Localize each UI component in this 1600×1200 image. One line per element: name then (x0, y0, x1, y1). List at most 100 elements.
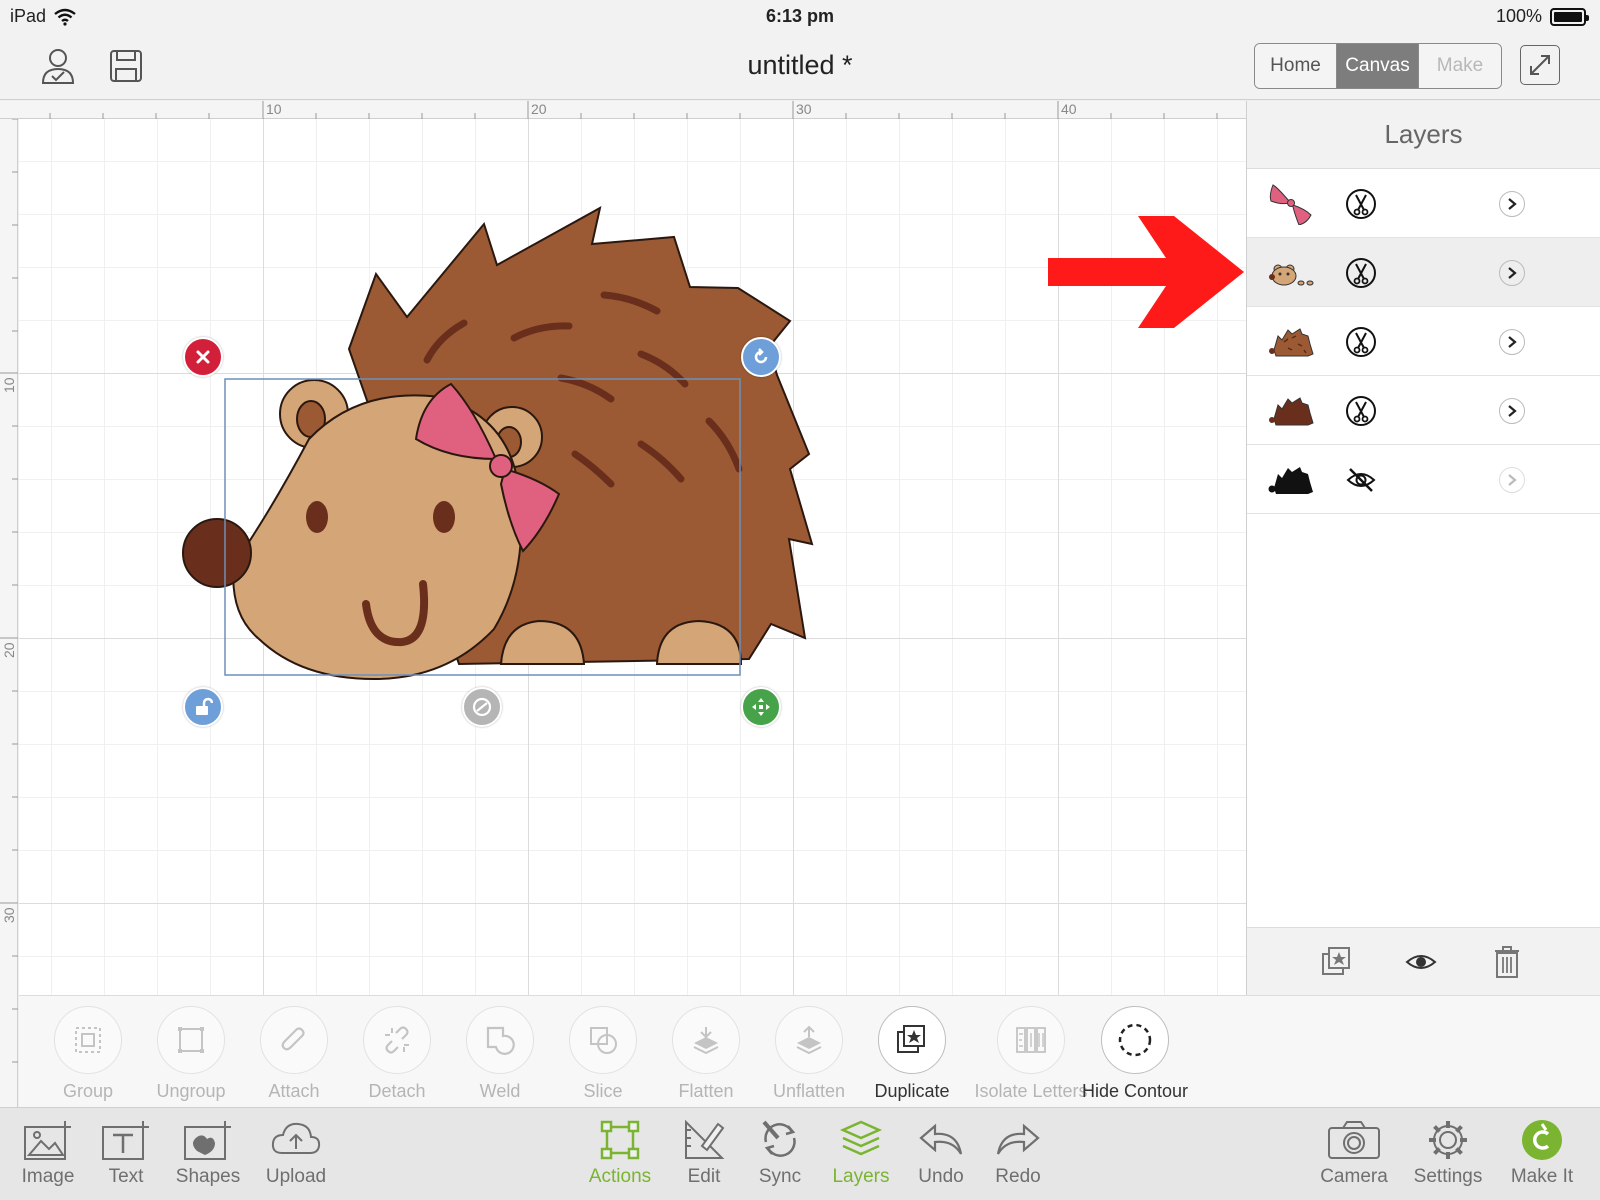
flip-handle[interactable] (462, 687, 502, 727)
layer-row-face-details[interactable] (1247, 238, 1600, 307)
duplicate-button[interactable]: Duplicate (857, 1006, 967, 1102)
cut-icon[interactable] (1345, 257, 1377, 289)
account-icon[interactable] (36, 44, 80, 88)
chevron-right-icon (1508, 267, 1517, 279)
undo-icon (919, 1123, 963, 1155)
move-handle[interactable] (741, 687, 781, 727)
actions-tool[interactable]: Actions (576, 1116, 664, 1188)
settings-tool[interactable]: Settings (1404, 1116, 1492, 1188)
face-details-thumbnail (1267, 248, 1315, 296)
gear-icon (1429, 1121, 1467, 1159)
hedgehog-contour-thumbnail (1267, 455, 1315, 503)
weld-button[interactable]: Weld (445, 1006, 555, 1102)
ruler-pencil-icon (685, 1119, 725, 1159)
upload-tool[interactable]: Upload (252, 1116, 340, 1188)
layers-panel-title: Layers (1247, 101, 1600, 169)
tab-make[interactable]: Make (1419, 44, 1501, 88)
flatten-button[interactable]: Flatten (651, 1006, 761, 1102)
image-tool[interactable]: Image (4, 1116, 92, 1188)
group-icon (75, 1027, 101, 1053)
sync-tool[interactable]: Sync (736, 1116, 824, 1188)
tool-icon-wrapper (1404, 1116, 1492, 1164)
cut-icon[interactable] (1345, 395, 1377, 427)
action-bar: Group Ungroup Attach Detach Weld Slice F… (19, 995, 1600, 1107)
cut-icon[interactable] (1345, 326, 1377, 358)
hidden-eye-icon[interactable] (1345, 464, 1377, 496)
chevron-right-icon (1508, 198, 1517, 210)
shapes-tool[interactable]: Shapes (164, 1116, 252, 1188)
tool-icon-wrapper (660, 1116, 748, 1164)
layers-icon (839, 1120, 883, 1156)
action-label: Hide Contour (1081, 1081, 1189, 1101)
layer-row-hedgehog-body[interactable] (1247, 376, 1600, 445)
action-icon-circle (54, 1006, 122, 1074)
layer-row-hedgehog-contour[interactable] (1247, 445, 1600, 514)
flip-icon (472, 697, 492, 717)
attach-button[interactable]: Attach (239, 1006, 349, 1102)
rotate-handle[interactable] (741, 337, 781, 377)
tab-home[interactable]: Home (1255, 44, 1337, 88)
bow-thumbnail (1267, 179, 1315, 227)
delete-handle[interactable] (183, 337, 223, 377)
layer-row-bow[interactable] (1247, 169, 1600, 238)
tool-icon-wrapper (817, 1116, 905, 1164)
action-label: Unflatten (772, 1081, 846, 1101)
layer-row-spike-details[interactable] (1247, 307, 1600, 376)
tab-canvas[interactable]: Canvas (1337, 44, 1419, 88)
action-label: Group (62, 1081, 114, 1101)
save-icon[interactable] (104, 44, 148, 88)
redo-button[interactable]: Redo (974, 1116, 1062, 1188)
chevron-right-icon (1508, 405, 1517, 417)
action-label: Weld (479, 1081, 521, 1101)
unlock-icon (196, 697, 213, 715)
chevron-right-icon (1508, 474, 1517, 486)
trash-icon (1495, 946, 1519, 978)
eye-icon (1405, 955, 1437, 969)
layer-expand-button[interactable] (1499, 260, 1525, 286)
make-it-button[interactable]: Make It (1498, 1116, 1586, 1188)
isolate-letters-icon (1016, 1027, 1046, 1053)
group-button[interactable]: Group (33, 1006, 143, 1102)
toggle-visibility-button[interactable] (1403, 944, 1439, 980)
slice-button[interactable]: Slice (548, 1006, 658, 1102)
image-icon (24, 1121, 71, 1160)
rotate-icon (754, 348, 768, 364)
flatten-icon (693, 1027, 719, 1055)
layer-expand-button[interactable] (1499, 467, 1525, 493)
cloud-upload-icon (271, 1122, 321, 1154)
spike-details-thumbnail (1267, 317, 1315, 365)
duplicate-layer-button[interactable] (1319, 944, 1355, 980)
action-icon-circle (672, 1006, 740, 1074)
action-label: Slice (583, 1081, 623, 1101)
layer-expand-button[interactable] (1499, 329, 1525, 355)
delete-layer-button[interactable] (1489, 944, 1525, 980)
layer-expand-button[interactable] (1499, 398, 1525, 424)
camera-tool[interactable]: Camera (1310, 1116, 1398, 1188)
status-bar: iPad 6:13 pm 100% (0, 0, 1600, 32)
undo-button[interactable]: Undo (897, 1116, 985, 1188)
layer-expand-button[interactable] (1499, 191, 1525, 217)
close-icon (196, 350, 210, 364)
tool-icon-wrapper (252, 1116, 340, 1164)
expand-icon (1530, 55, 1550, 75)
action-label: Attach (268, 1081, 320, 1101)
tool-icon-wrapper (1498, 1116, 1586, 1164)
action-label: Flatten (678, 1081, 734, 1101)
lock-handle[interactable] (183, 687, 223, 727)
detach-button[interactable]: Detach (342, 1006, 452, 1102)
ruler-label: 10 (266, 101, 282, 117)
ungroup-button[interactable]: Ungroup (136, 1006, 246, 1102)
tool-label: Actions (588, 1166, 652, 1187)
tool-label: Edit (687, 1166, 721, 1187)
fullscreen-button[interactable] (1520, 45, 1560, 85)
text-tool[interactable]: Text (82, 1116, 170, 1188)
layers-panel: Layers (1246, 101, 1600, 995)
edit-tool[interactable]: Edit (660, 1116, 748, 1188)
layers-tool[interactable]: Layers (817, 1116, 905, 1188)
status-time: 6:13 pm (765, 6, 835, 26)
unflatten-button[interactable]: Unflatten (754, 1006, 864, 1102)
ruler-label: 10 (1, 377, 17, 393)
ruler-label: 20 (531, 101, 547, 117)
cut-icon[interactable] (1345, 188, 1377, 220)
hide-contour-button[interactable]: Hide Contour (1073, 1006, 1197, 1102)
